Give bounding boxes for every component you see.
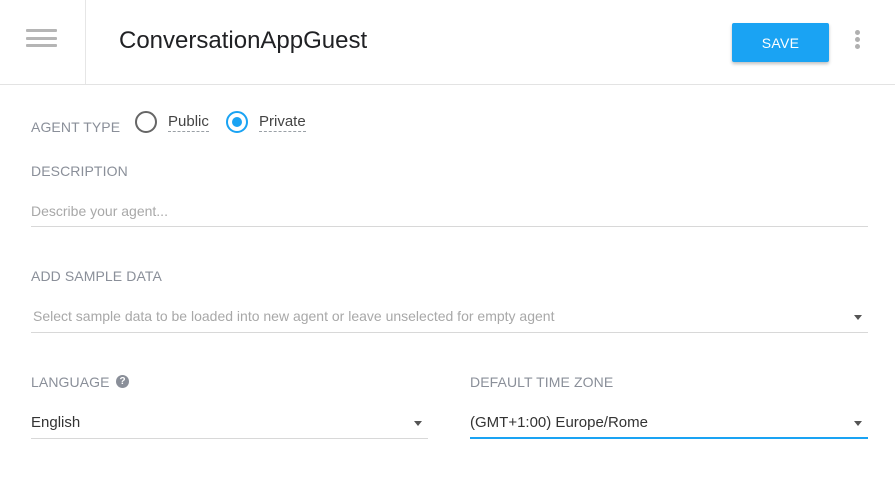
sample-data-label: ADD SAMPLE DATA [31,268,162,284]
radio-public-label[interactable]: Public [168,113,209,132]
description-input[interactable] [31,199,868,223]
sample-data-select[interactable]: Select sample data to be loaded into new… [31,305,868,333]
sample-data-placeholder: Select sample data to be loaded into new… [33,308,555,324]
timezone-value: (GMT+1:00) Europe/Rome [470,414,648,431]
radio-public-circle[interactable] [135,111,157,133]
caret-down-icon [414,421,422,426]
description-label: DESCRIPTION [31,163,128,179]
radio-private[interactable]: Private [226,111,306,133]
hamburger-menu-icon[interactable] [26,29,57,47]
radio-private-circle[interactable] [226,111,248,133]
description-field [31,199,868,227]
agent-name-title: ConversationAppGuest [119,27,368,54]
menu-cell [0,0,86,84]
save-button[interactable]: SAVE [732,23,829,62]
language-value: English [31,414,81,431]
agent-type-label: AGENT TYPE [31,119,121,135]
help-circle-icon[interactable]: ? [116,375,129,388]
timezone-label: DEFAULT TIME ZONE [470,374,614,390]
radio-private-label[interactable]: Private [259,113,306,132]
radio-public[interactable]: Public [135,111,209,133]
language-select[interactable]: English [31,411,428,439]
caret-down-icon [854,315,862,320]
more-vertical-icon[interactable] [853,30,861,50]
timezone-select[interactable]: (GMT+1:00) Europe/Rome [470,411,868,439]
caret-down-icon [854,421,862,426]
language-label: LANGUAGE [31,374,110,390]
top-bar: ConversationAppGuest SAVE [0,0,895,85]
